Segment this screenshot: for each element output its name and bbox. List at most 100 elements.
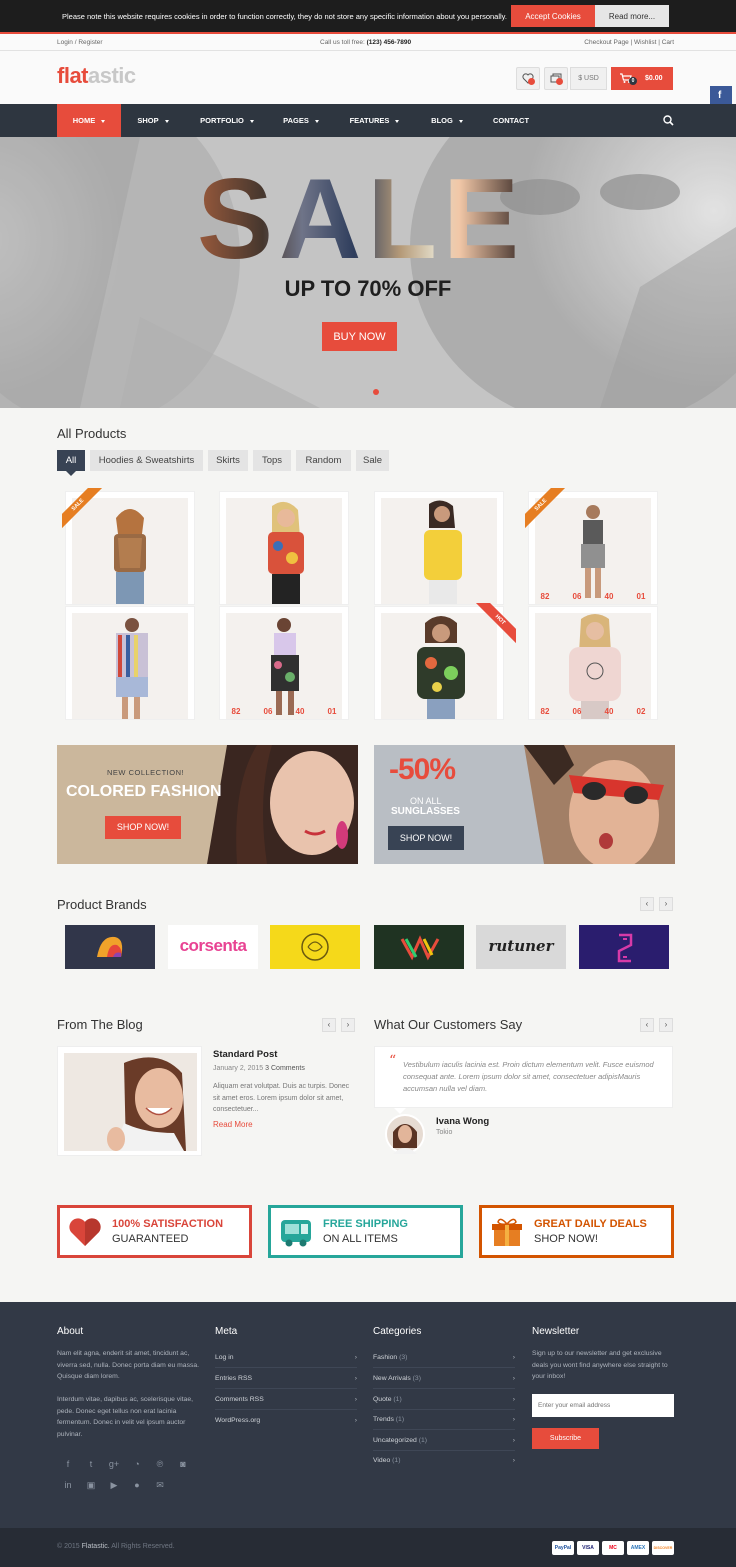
brand-logo[interactable] bbox=[65, 925, 155, 969]
category-link[interactable]: Trends (1) › bbox=[373, 1410, 515, 1430]
brand-logo[interactable] bbox=[579, 925, 669, 969]
shop-now-button[interactable]: SHOP NOW! bbox=[388, 826, 464, 850]
meta-link-comments[interactable]: Comments RSS › bbox=[215, 1390, 357, 1410]
mail-icon[interactable]: ✉ bbox=[153, 1478, 167, 1492]
rss-icon[interactable]: ◔ bbox=[130, 1457, 144, 1471]
filter-skirts[interactable]: Skirts bbox=[208, 450, 248, 471]
feature-line2: GUARANTEED bbox=[112, 1233, 189, 1245]
brands-title: Product Brands bbox=[57, 897, 147, 912]
deals-feature[interactable]: GREAT DAILY DEALS SHOP NOW! bbox=[479, 1205, 674, 1258]
chevron-right-icon: › bbox=[354, 1417, 357, 1424]
blog-next-button[interactable]: › bbox=[341, 1018, 355, 1032]
brand-logo[interactable] bbox=[270, 925, 360, 969]
copyright-brand-link[interactable]: Flatastic. bbox=[82, 1543, 110, 1550]
brand-logo[interactable]: corsenta bbox=[168, 925, 258, 969]
cart-button[interactable]: 0 $0.00 bbox=[611, 67, 673, 90]
testimonial-prev-button[interactable]: ‹ bbox=[640, 1018, 654, 1032]
category-link[interactable]: Uncategorized (1) › bbox=[373, 1431, 515, 1451]
meta-link-wordpress[interactable]: WordPress.org › bbox=[215, 1411, 357, 1431]
filter-hoodies[interactable]: Hoodies & Sweatshirts bbox=[90, 450, 203, 471]
facebook-side-button[interactable]: f bbox=[710, 86, 732, 106]
pinterest-icon[interactable]: ℗ bbox=[153, 1457, 167, 1471]
nav-home[interactable]: HOME bbox=[57, 104, 121, 137]
sunglasses-banner[interactable]: -50% ON ALL SUNGLASSES SHOP NOW! bbox=[374, 745, 675, 864]
currency-select[interactable]: $ USD bbox=[570, 67, 607, 90]
brand-logo[interactable]: rutuner bbox=[476, 925, 566, 969]
read-more-link[interactable]: Read More bbox=[213, 1120, 253, 1129]
category-link[interactable]: Fashion (3) › bbox=[373, 1348, 515, 1368]
chevron-down-icon bbox=[395, 119, 400, 123]
mastercard-icon: MC bbox=[602, 1541, 624, 1555]
countdown: 82 06 40 01 bbox=[540, 592, 646, 601]
subscribe-button[interactable]: Subscribe bbox=[532, 1428, 599, 1449]
read-more-button[interactable]: Read more... bbox=[595, 5, 669, 27]
flickr-icon[interactable]: ● bbox=[130, 1478, 144, 1492]
nav-pages[interactable]: PAGES bbox=[275, 104, 327, 137]
product-card[interactable] bbox=[219, 491, 349, 605]
meta-link-login[interactable]: Log in › bbox=[215, 1348, 357, 1368]
shipping-feature[interactable]: FREE SHIPPING ON ALL ITEMS bbox=[268, 1205, 463, 1258]
twitter-icon[interactable]: t bbox=[84, 1457, 98, 1471]
post-title[interactable]: Standard Post bbox=[213, 1049, 277, 1060]
compare-button[interactable] bbox=[544, 67, 568, 90]
category-link[interactable]: Video (1) › bbox=[373, 1451, 515, 1471]
product-card[interactable]: 82 06 40 01 bbox=[219, 606, 349, 720]
product-card[interactable]: 82 06 40 02 bbox=[528, 606, 658, 720]
chevron-right-icon: › bbox=[512, 1354, 515, 1361]
category-link[interactable]: New Arrivals (3) › bbox=[373, 1369, 515, 1389]
footer-about-text-1: Nam elit agna, enderit sit amet, tincidu… bbox=[57, 1350, 200, 1380]
vimeo-icon[interactable]: ▣ bbox=[84, 1478, 98, 1492]
meta-link-entries[interactable]: Entries RSS › bbox=[215, 1369, 357, 1389]
nav-portfolio[interactable]: PORTFOLIO bbox=[192, 104, 262, 137]
feature-line1: FREE SHIPPING bbox=[323, 1218, 408, 1230]
satisfaction-feature[interactable]: 100% SATISFACTION GUARANTEED bbox=[57, 1205, 252, 1258]
nav-shop[interactable]: SHOP bbox=[127, 104, 179, 137]
sale-ribbon: SALE bbox=[525, 488, 569, 532]
youtube-icon[interactable]: ▶ bbox=[107, 1478, 121, 1492]
chevron-right-icon: › bbox=[354, 1396, 357, 1403]
product-card[interactable] bbox=[374, 491, 504, 605]
filter-all[interactable]: All bbox=[57, 450, 85, 471]
wishlist-button[interactable] bbox=[516, 67, 540, 90]
slider-dot[interactable] bbox=[373, 389, 379, 395]
linkedin-icon[interactable]: in bbox=[61, 1478, 75, 1492]
search-icon[interactable] bbox=[663, 115, 674, 126]
chevron-left-icon: ‹ bbox=[645, 1020, 649, 1029]
brands-next-button[interactable]: › bbox=[659, 897, 673, 911]
accept-cookies-button[interactable]: Accept Cookies bbox=[511, 5, 595, 27]
category-link[interactable]: Quote (1) › bbox=[373, 1390, 515, 1410]
facebook-icon[interactable]: f bbox=[61, 1457, 75, 1471]
instagram-icon[interactable]: ◙ bbox=[176, 1457, 190, 1471]
nav-features[interactable]: FEATURES bbox=[342, 104, 407, 137]
google-plus-icon[interactable]: g+ bbox=[107, 1457, 121, 1471]
brand-mark-icon bbox=[400, 935, 440, 961]
filter-sale[interactable]: Sale bbox=[356, 450, 389, 471]
phone-number: (123) 456-7890 bbox=[366, 39, 412, 46]
filter-random[interactable]: Random bbox=[296, 450, 351, 471]
shop-now-button[interactable]: SHOP NOW! bbox=[105, 816, 181, 839]
chevron-right-icon: › bbox=[512, 1437, 515, 1444]
hero-sale-title: SALE bbox=[197, 156, 526, 283]
customer-name: Ivana Wong bbox=[436, 1116, 490, 1127]
nav-contact[interactable]: CONTACT bbox=[487, 104, 535, 137]
login-register-link[interactable]: Login / Register bbox=[57, 39, 103, 46]
colored-fashion-banner[interactable]: NEW COLLECTION! COLORED FASHION SHOP NOW… bbox=[57, 745, 358, 864]
nav-blog[interactable]: BLOG bbox=[422, 104, 472, 137]
blog-post-image[interactable] bbox=[57, 1046, 202, 1156]
brand-logo[interactable] bbox=[374, 925, 464, 969]
filter-tops[interactable]: Tops bbox=[253, 450, 291, 471]
feature-line2: SHOP NOW! bbox=[534, 1233, 598, 1245]
blog-prev-button[interactable]: ‹ bbox=[322, 1018, 336, 1032]
logo[interactable]: flatastic bbox=[57, 63, 136, 89]
paypal-icon: PayPal bbox=[552, 1541, 574, 1555]
chevron-left-icon: ‹ bbox=[645, 899, 649, 908]
chevron-right-icon: › bbox=[354, 1375, 357, 1382]
post-comments-link[interactable]: 3 Comments bbox=[265, 1065, 305, 1072]
brands-prev-button[interactable]: ‹ bbox=[640, 897, 654, 911]
buy-now-button[interactable]: BUY NOW bbox=[322, 322, 397, 351]
top-links[interactable]: Checkout Page | Wishlist | Cart bbox=[584, 39, 674, 46]
testimonial-next-button[interactable]: › bbox=[659, 1018, 673, 1032]
hero-subtitle: UP TO 70% OFF bbox=[284, 276, 452, 301]
product-card[interactable] bbox=[65, 606, 195, 720]
newsletter-email-input[interactable] bbox=[532, 1394, 674, 1417]
